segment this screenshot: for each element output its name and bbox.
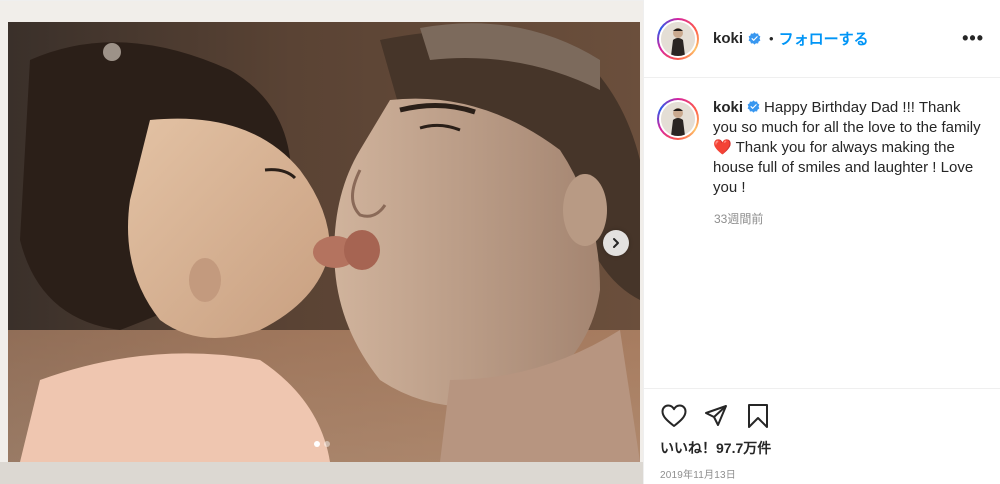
carousel-indicator [0, 441, 643, 447]
save-button[interactable] [744, 402, 772, 430]
carousel-dot [323, 441, 330, 447]
caption-body-2: Thank you for always making the house fu… [713, 139, 974, 196]
follow-button[interactable]: フォローする [779, 28, 869, 49]
post-media[interactable] [0, 0, 643, 484]
action-bar: いいね！97.7万件 2019年11月13日 [644, 388, 1000, 481]
post-date: 2019年11月13日 [660, 470, 736, 481]
verified-badge-icon [747, 100, 760, 113]
avatar-image [661, 21, 695, 56]
caption-username[interactable]: koki [713, 99, 743, 116]
bookmark-icon [748, 404, 768, 428]
share-button[interactable] [702, 402, 730, 430]
caption-avatar[interactable] [657, 98, 699, 140]
media-top-border [0, 0, 643, 1]
like-button[interactable] [660, 402, 688, 430]
post-header: koki • フォローする ••• [644, 0, 1000, 78]
post-sidebar: koki • フォローする ••• koki Happy Birthday Da… [643, 0, 1000, 484]
username-link[interactable]: koki [713, 30, 743, 47]
carousel-next-button[interactable] [603, 230, 629, 256]
caption: koki Happy Birthday Dad !!! Thank you so… [657, 98, 984, 198]
avatar[interactable] [657, 17, 699, 60]
paper-plane-icon [705, 405, 727, 426]
caption-timestamp[interactable]: 33週間前 [714, 210, 984, 227]
avatar-image [661, 102, 695, 136]
likes-count[interactable]: いいね！97.7万件 [660, 438, 984, 458]
chevron-right-icon [613, 238, 619, 248]
separator-dot: • [769, 31, 774, 46]
caption-text: koki Happy Birthday Dad !!! Thank you so… [713, 98, 984, 198]
post-photo [0, 0, 643, 484]
more-options-button[interactable]: ••• [962, 28, 984, 49]
carousel-dot-active [313, 441, 320, 447]
heart-icon [661, 404, 687, 427]
verified-badge-icon [748, 32, 761, 45]
red-heart-emoji: ❤️ [713, 139, 732, 156]
comments-area: koki Happy Birthday Dad !!! Thank you so… [644, 78, 1000, 387]
